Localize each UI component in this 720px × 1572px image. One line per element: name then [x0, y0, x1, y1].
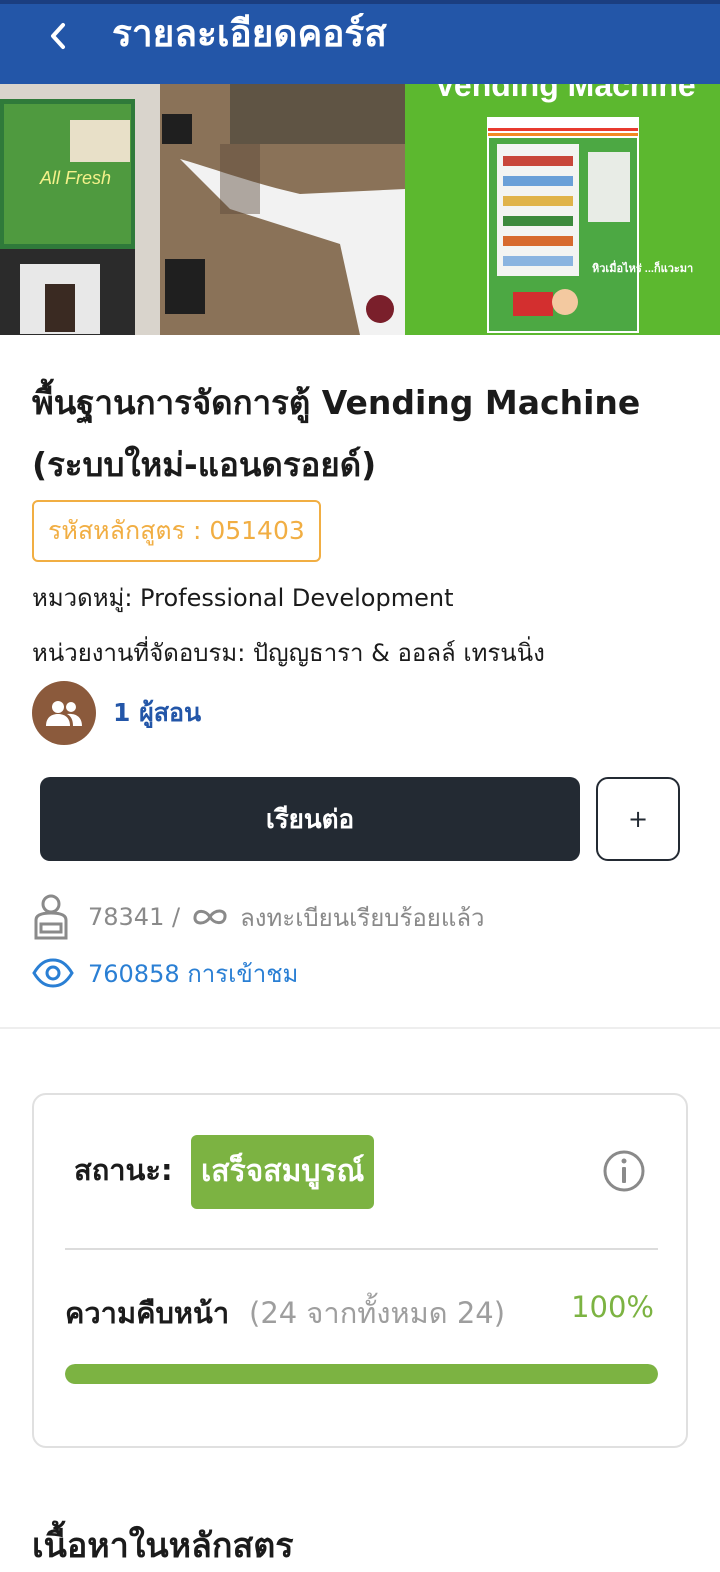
enrolled-label: ลงทะเบียนเรียบร้อยแล้ว [240, 903, 485, 932]
organizer-text: หน่วยงานที่จัดอบรม: ปัญญธารา & ออลล์ เทร… [32, 639, 545, 667]
section-divider [0, 1027, 720, 1029]
page-title: รายละเอียดคอร์ส [112, 12, 387, 55]
views-count: 760858 การเข้าชม [88, 959, 299, 988]
chevron-left-icon [51, 23, 65, 49]
views-stats: 760858 การเข้าชม [32, 953, 298, 993]
status-card: สถานะ: เสร็จสมบูรณ์ ความคืบหน้า (24 จากท… [32, 1093, 688, 1448]
course-code-badge: รหัสหลักสูตร : 051403 [32, 500, 321, 562]
info-button[interactable] [602, 1149, 646, 1197]
vending-sign-text: Vending Machine [434, 84, 695, 103]
status-label: สถานะ: [74, 1153, 173, 1187]
progress-bar [65, 1364, 658, 1384]
continue-learning-button[interactable]: เรียนต่อ [40, 777, 580, 861]
progress-count: (24 จากทั้งหมด 24) [249, 1296, 506, 1330]
instructor-count: 1 ผู้สอน [113, 698, 202, 727]
learner-icon [34, 894, 68, 940]
eye-icon [32, 958, 74, 988]
status-badge: เสร็จสมบูรณ์ [191, 1135, 375, 1209]
instructors-row[interactable]: 1 ผู้สอน [32, 681, 201, 745]
infinity-icon [193, 909, 227, 925]
course-title: พื้นฐานการจัดการตู้ Vending Machine (ระบ… [32, 383, 641, 484]
card-divider [65, 1248, 658, 1250]
people-icon [46, 701, 82, 726]
app-header: รายละเอียดคอร์ส [0, 0, 720, 84]
progress-percent: 100% [571, 1290, 654, 1324]
course-banner-image: All Fresh Vending Machine หิวเมื่อไหร่ .… [0, 84, 720, 335]
instructor-avatar [32, 681, 96, 745]
promo-text: All Fresh [39, 168, 111, 188]
info-icon [603, 1150, 645, 1192]
enrolled-count: 78341 / [88, 903, 181, 931]
add-button[interactable]: + [596, 777, 680, 861]
progress-label: ความคืบหน้า [65, 1296, 230, 1330]
course-content-heading: เนื้อหาในหลักสตร [32, 1526, 294, 1566]
enrollment-stats: 78341 / ลงทะเบียนเรียบร้อยแล้ว [32, 893, 485, 941]
category-text: หมวดหมู่: Professional Development [32, 584, 454, 612]
back-button[interactable] [36, 14, 80, 58]
progress-bar-fill [65, 1364, 658, 1384]
machine-slogan: หิวเมื่อไหร่ ...ก็แวะมา [592, 260, 693, 275]
